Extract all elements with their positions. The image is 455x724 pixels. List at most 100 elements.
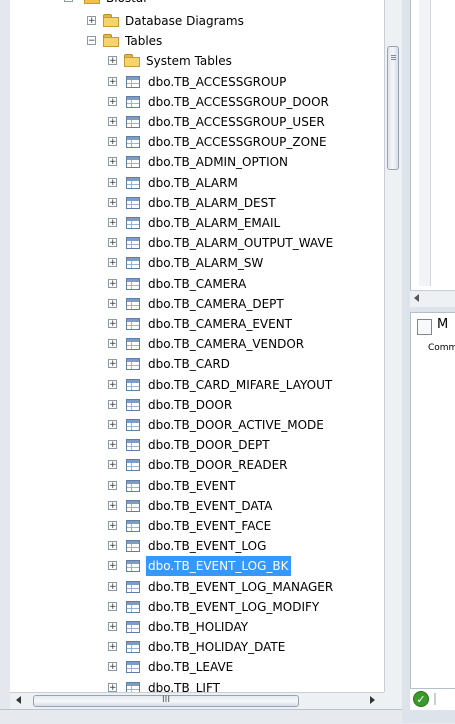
tree-item-label: dbo.TB_ALARM <box>148 175 238 190</box>
expand-icon[interactable]: + <box>108 500 117 510</box>
table-icon <box>126 580 140 593</box>
tree-item-label: dbo.TB_ALARM_EMAIL <box>148 216 281 230</box>
tree-item-label: dbo.TB_DOOR_READER <box>148 458 288 473</box>
expand-icon[interactable]: + <box>108 137 117 147</box>
scroll-left-icon[interactable] <box>16 696 21 704</box>
tree-item-label: dbo.TB_ACCESSGROUP_DOOR <box>148 94 329 109</box>
tree-item-label: dbo.TB_ALARM_OUTPUT_WAVE <box>148 236 334 251</box>
folder-icon <box>103 14 120 27</box>
tree-label-database: Biostar <box>104 0 150 8</box>
tree-item-label: dbo.TB_EVENT_LOG_BK <box>145 555 292 578</box>
tree-item-label: dbo.TB_EVENT_LOG <box>148 539 267 554</box>
expand-icon[interactable]: + <box>108 460 117 470</box>
expand-icon[interactable]: + <box>108 561 117 571</box>
table-icon <box>126 540 140 553</box>
messages-text: Comm <box>428 343 455 353</box>
tree-item-label: dbo.TB_EVENT_DATA <box>148 498 273 513</box>
table-icon <box>126 237 140 250</box>
object-explorer-tree[interactable]: − Biostar + Database Diagrams − Tables + Syst… <box>10 0 384 692</box>
table-icon <box>126 116 140 128</box>
tree-item-label: dbo.TB_ACCESSGROUP_USER <box>148 115 325 129</box>
tree-horizontal-scrollbar[interactable]: III <box>10 692 384 710</box>
table-icon <box>126 459 140 472</box>
table-icon <box>126 621 140 633</box>
expand-icon[interactable]: + <box>108 76 117 86</box>
expand-icon[interactable]: + <box>108 157 117 167</box>
table-icon <box>126 95 140 108</box>
expand-icon[interactable]: + <box>108 541 117 551</box>
expand-icon[interactable]: + <box>108 359 117 369</box>
expand-icon[interactable]: + <box>108 420 117 430</box>
tree-item-label: dbo.TB_CARD_MIFARE_LAYOUT <box>148 377 333 392</box>
table-icon <box>126 499 140 512</box>
table-icon <box>126 176 140 189</box>
table-icon <box>126 75 140 88</box>
tree-item-label: dbo.TB_CAMERA_DEPT <box>148 296 284 311</box>
check-icon: ✓ <box>413 691 429 707</box>
tree-item-label: dbo.TB_EVENT <box>148 478 236 493</box>
tree-vertical-scrollbar[interactable] <box>384 0 402 692</box>
expand-icon[interactable]: + <box>108 298 117 308</box>
message-icon <box>417 319 432 335</box>
tree-item-label: dbo.TB_CAMERA <box>148 276 247 291</box>
tree-item-label: dbo.TB_EVENT_LOG_MANAGER <box>148 579 334 594</box>
expand-icon[interactable]: + <box>108 177 117 187</box>
expand-icon[interactable]: + <box>108 622 117 632</box>
tree-item-label: dbo.TB_ACCESSGROUP <box>148 74 287 89</box>
expand-icon[interactable]: + <box>108 319 117 329</box>
expand-icon[interactable]: + <box>108 339 117 349</box>
table-icon <box>126 681 140 692</box>
messages-panel: M Comm <box>410 312 455 688</box>
scroll-left-icon[interactable] <box>414 294 419 302</box>
expand-icon[interactable]: + <box>108 662 117 672</box>
expand-icon[interactable]: + <box>108 581 117 591</box>
expand-icon[interactable]: + <box>108 218 117 228</box>
expand-icon[interactable]: + <box>87 16 96 26</box>
editor-gutter <box>419 0 431 286</box>
collapse-icon[interactable]: − <box>64 0 73 3</box>
expand-icon[interactable]: + <box>108 238 117 248</box>
table-icon <box>126 439 140 452</box>
database-icon <box>84 0 101 4</box>
tree-item-label: dbo.TB_EVENT_FACE <box>148 519 272 533</box>
table-icon <box>126 277 140 290</box>
table-icon <box>126 217 140 229</box>
query-editor[interactable] <box>410 0 455 292</box>
table-icon <box>126 641 140 654</box>
tree-item-label: dbo.TB_ADMIN_OPTION <box>148 155 289 170</box>
expand-icon[interactable]: + <box>108 117 117 127</box>
vertical-scroll-thumb[interactable] <box>387 46 399 170</box>
expand-icon[interactable]: + <box>108 399 117 409</box>
collapse-icon[interactable]: − <box>87 36 96 46</box>
expand-icon[interactable]: + <box>108 258 117 268</box>
scroll-grip: III <box>162 695 170 705</box>
expand-icon[interactable]: + <box>108 56 117 66</box>
expand-icon[interactable]: + <box>108 96 117 106</box>
tree-item-label: Database Diagrams <box>125 14 244 28</box>
expand-icon[interactable]: + <box>108 521 117 531</box>
tree-item-label: dbo.TB_ACCESSGROUP_ZONE <box>148 135 327 150</box>
horizontal-scroll-thumb[interactable]: III <box>33 695 299 707</box>
expand-icon[interactable]: + <box>108 197 117 207</box>
expand-icon[interactable]: + <box>108 642 117 652</box>
expand-icon[interactable]: + <box>108 379 117 389</box>
expand-icon[interactable]: + <box>108 601 117 611</box>
tree-item-label: System Tables <box>146 54 232 69</box>
scroll-right-icon[interactable] <box>370 696 375 704</box>
status-strip <box>0 709 455 724</box>
tree-item-label: dbo.TB_ALARM_SW <box>148 256 264 271</box>
tree-item-label: dbo.TB_DOOR_ACTIVE_MODE <box>148 418 324 432</box>
tree-item-label: dbo.TB_DOOR <box>148 397 233 412</box>
tree-item-label: dbo.TB_CARD <box>148 357 230 372</box>
table-icon <box>126 560 140 573</box>
tree-item-label: dbo.TB_HOLIDAY_DATE <box>148 640 286 655</box>
expand-icon[interactable]: + <box>108 440 117 450</box>
table-icon <box>126 257 140 270</box>
folder-icon <box>124 54 141 68</box>
document-pane: M Comm ✓ <box>402 0 455 723</box>
expand-icon[interactable]: + <box>108 480 117 490</box>
tree-item-label: dbo.TB_EVENT_LOG_MODIFY <box>148 599 320 614</box>
table-icon <box>126 136 140 149</box>
expand-icon[interactable]: + <box>108 682 117 692</box>
expand-icon[interactable]: + <box>108 278 117 288</box>
